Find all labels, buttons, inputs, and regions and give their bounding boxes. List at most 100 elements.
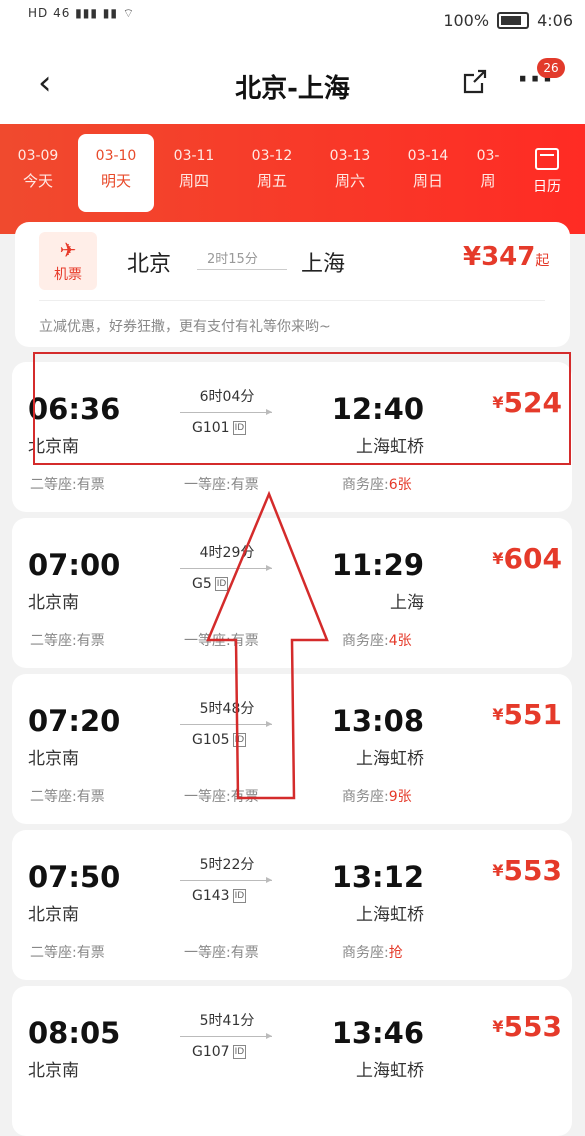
arrival-station: 上海虹桥 [356, 905, 424, 925]
date-tab-0309[interactable]: 03-09 今天 [0, 124, 76, 202]
flight-duration: 2时15分 [207, 252, 258, 267]
departure-station: 北京南 [28, 749, 79, 769]
date-tab-0311[interactable]: 03-11 周四 [156, 124, 232, 202]
flight-price-suffix: 起 [535, 253, 550, 269]
seat-availability: 二等座:有票 一等座:有票 商务座:抢 [12, 942, 572, 972]
date-selector: 03-09 今天 03-10 明天 03-11 周四 03-12 周五 03-1… [0, 124, 585, 234]
departure-station: 北京南 [28, 593, 79, 613]
train-number-text: G107 [192, 1044, 230, 1060]
annotation-arrow [206, 490, 329, 800]
business-class-seat: 商务座:6张 [342, 474, 412, 494]
clock: 4:06 [537, 11, 573, 30]
second-class-seat: 二等座:有票 [30, 945, 105, 961]
date-tab-0314[interactable]: 03-14 周日 [390, 124, 466, 202]
second-class-seat: 二等座:有票 [30, 477, 105, 493]
arrival-time: 13:12 [331, 860, 424, 894]
departure-time: 08:05 [28, 1016, 121, 1050]
flight-price-value: ¥347 [463, 242, 536, 272]
train-number-text: G143 [192, 888, 230, 904]
duration-arrow [180, 1033, 272, 1039]
currency-symbol: ¥ [492, 549, 504, 568]
train-card[interactable]: 07:50 北京南 5时22分 G143 ID 13:12 上海虹桥 ¥553 二等座:有票 一等… [12, 830, 572, 980]
calendar-button[interactable]: 日历 [530, 148, 564, 196]
flight-from: 北京 [127, 252, 172, 277]
divider [39, 300, 545, 301]
currency-symbol: ¥ [492, 1017, 504, 1036]
second-class-seat: 二等座:有票 [30, 789, 105, 805]
weekday-label: 周四 [178, 172, 209, 190]
business-class-value: 6张 [388, 477, 412, 493]
date-tab-0310-selected[interactable]: 03-10 明天 [78, 134, 154, 212]
weekday-label: 周五 [256, 172, 287, 190]
app-header: ‹ 北京-上海 ··· 26 [0, 44, 585, 124]
page-title: 北京-上海 [235, 74, 350, 104]
date-label: 03-14 [407, 148, 449, 164]
business-class-value: 9张 [388, 789, 412, 805]
status-bar: HD 46 ▮▮▮ ▮▮ ⌔ 100% 4:06 [0, 0, 585, 44]
price-value: 604 [503, 542, 562, 575]
date-tab-0313[interactable]: 03-13 周六 [312, 124, 388, 202]
ticket-price: ¥553 [482, 854, 562, 887]
flight-tag: ✈ 机票 [39, 232, 97, 290]
business-class-value: 4张 [388, 633, 412, 649]
duration-arrow [180, 877, 272, 883]
currency-symbol: ¥ [492, 861, 504, 880]
flight-duration-line [197, 269, 287, 270]
departure-station: 北京南 [28, 1061, 79, 1081]
business-class-label: 商务座: [342, 945, 389, 961]
trip-duration: 5时22分 [199, 857, 255, 873]
business-class-seat: 商务座:4张 [342, 630, 412, 650]
weekday-label: 周日 [412, 172, 443, 190]
calendar-label: 日历 [533, 179, 561, 195]
highlight-box [33, 352, 571, 465]
arrival-time: 13:46 [331, 1016, 424, 1050]
business-class-label: 商务座: [342, 633, 389, 649]
train-card[interactable]: 08:05 北京南 5时41分 G107 ID 13:46 上海虹桥 ¥553 [12, 986, 572, 1136]
train-number[interactable]: G143 ID [192, 888, 247, 904]
business-class-label: 商务座: [342, 477, 389, 493]
train-number[interactable]: G107 ID [192, 1044, 247, 1060]
business-class-seat: 商务座:抢 [342, 942, 403, 962]
id-card-icon: ID [232, 889, 247, 903]
flight-tag-label: 机票 [54, 267, 82, 283]
battery-icon [497, 12, 530, 29]
date-tab-0312[interactable]: 03-12 周五 [234, 124, 310, 202]
date-label: 03-11 [173, 148, 215, 164]
id-card-icon: ID [232, 1045, 247, 1059]
weekday-label: 明天 [100, 172, 131, 190]
status-right: 100% 4:06 [443, 11, 573, 30]
notification-badge: 26 [537, 58, 565, 78]
date-label: 03-10 [95, 148, 137, 164]
departure-time: 07:50 [28, 860, 121, 894]
date-label: 03-12 [251, 148, 293, 164]
second-class-seat: 二等座:有票 [30, 633, 105, 649]
price-value: 551 [503, 698, 562, 731]
flight-card[interactable]: ✈ 机票 北京 2时15分 上海 ¥347起 立减优惠，好券狂撒，更有支付有礼等… [15, 222, 570, 347]
flight-price: ¥347起 [463, 242, 549, 272]
date-label: 03-13 [329, 148, 371, 164]
price-value: 553 [503, 854, 562, 887]
signal-icons: HD 46 ▮▮▮ ▮▮ ⌔ [28, 6, 136, 20]
arrival-station: 上海虹桥 [356, 1061, 424, 1081]
ticket-price: ¥551 [482, 698, 562, 731]
first-class-seat: 一等座:有票 [184, 945, 259, 961]
business-class-label: 商务座: [342, 789, 389, 805]
battery-percent: 100% [443, 11, 490, 30]
promo-text: 立减优惠，好券狂撒，更有支付有礼等你来哟~ [39, 319, 331, 335]
flight-to: 上海 [301, 252, 346, 277]
weekday-label: 周六 [334, 172, 365, 190]
business-class-seat: 商务座:9张 [342, 786, 412, 806]
business-class-value: 抢 [388, 945, 403, 961]
date-tab-partial[interactable]: 03- 周 [470, 124, 506, 202]
departure-station: 北京南 [28, 905, 79, 925]
airplane-icon: ✈ [59, 238, 77, 262]
date-label: 03-09 [17, 148, 59, 164]
calendar-icon [535, 148, 559, 170]
weekday-label: 周 [480, 172, 496, 190]
ticket-price: ¥604 [482, 542, 562, 575]
departure-time: 07:00 [28, 548, 121, 582]
trip-duration: 5时41分 [199, 1013, 255, 1029]
ticket-price: ¥553 [482, 1010, 562, 1043]
share-icon[interactable] [462, 68, 488, 96]
departure-time: 07:20 [28, 704, 121, 738]
